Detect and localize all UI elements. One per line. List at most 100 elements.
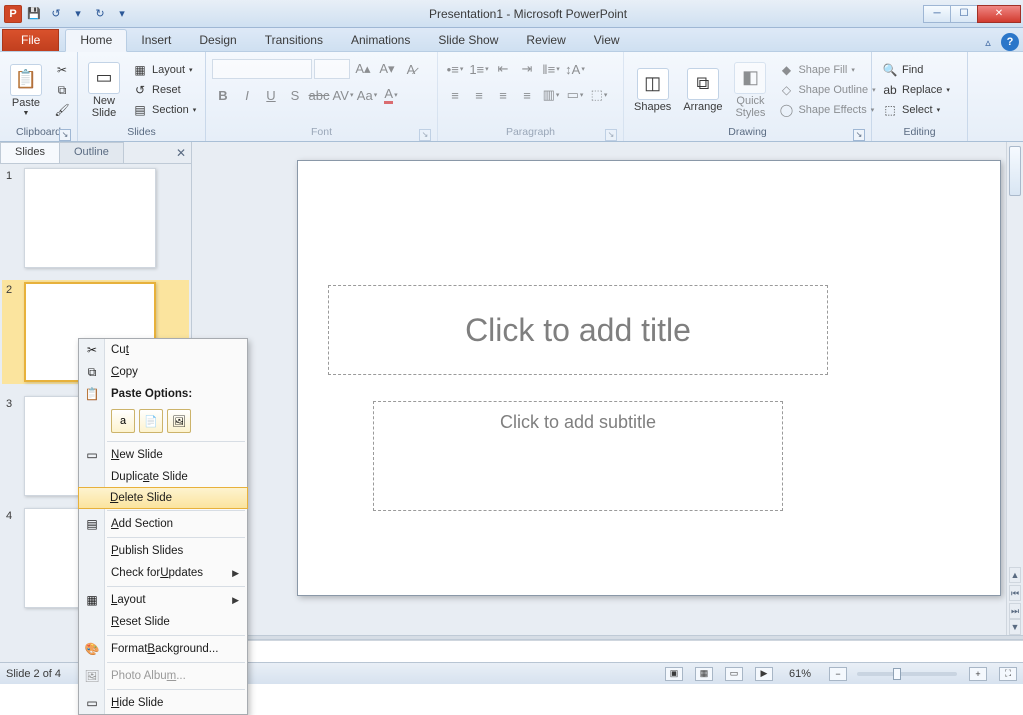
tab-design[interactable]: Design: [185, 30, 250, 51]
shapes-button[interactable]: ◫Shapes: [630, 66, 675, 115]
replace-button[interactable]: abReplace ▾: [878, 81, 954, 99]
tab-transitions[interactable]: Transitions: [251, 30, 337, 51]
line-spacing-icon[interactable]: ‖≡▾: [540, 58, 562, 80]
slide-canvas[interactable]: Click to add title Click to add subtitle…: [192, 142, 1023, 635]
ribbon-minimize-icon[interactable]: ▵: [979, 33, 997, 51]
underline-icon[interactable]: U: [260, 84, 282, 106]
maximize-button[interactable]: ☐: [950, 5, 978, 23]
notes-pane[interactable]: d notes: [192, 640, 1023, 662]
close-pane-icon[interactable]: ✕: [171, 142, 191, 163]
ctx-check-updates[interactable]: Check for Updates▶: [79, 562, 247, 584]
section-button[interactable]: ▤Section ▾: [128, 101, 200, 119]
shadow-icon[interactable]: S: [284, 84, 306, 106]
zoom-in-icon[interactable]: +: [969, 667, 987, 681]
outline-tab[interactable]: Outline: [59, 142, 124, 163]
next-slide-icon[interactable]: ⏭: [1009, 603, 1021, 619]
ctx-publish-slides[interactable]: Publish Slides: [79, 540, 247, 562]
zoom-slider[interactable]: [857, 672, 957, 676]
minimize-button[interactable]: ─: [923, 5, 951, 23]
quick-styles-button[interactable]: ◧Quick Styles: [730, 60, 770, 121]
find-button[interactable]: 🔍Find: [878, 61, 954, 79]
cut-button[interactable]: ✂: [50, 61, 74, 79]
subtitle-placeholder[interactable]: Click to add subtitle: [373, 401, 783, 511]
strike-icon[interactable]: abc: [308, 84, 330, 106]
view-sorter-icon[interactable]: ▦: [695, 667, 713, 681]
scrollbar-thumb[interactable]: [1009, 146, 1021, 196]
decrease-indent-icon[interactable]: ⇤: [492, 58, 514, 80]
paste-use-dest-icon[interactable]: 📄: [139, 409, 163, 433]
close-button[interactable]: ✕: [977, 5, 1021, 23]
qat-customize-icon[interactable]: ▾: [112, 4, 132, 24]
align-center-icon[interactable]: ≡: [468, 84, 490, 106]
tab-home[interactable]: Home: [65, 29, 127, 52]
select-button[interactable]: ⬚Select ▾: [878, 101, 954, 119]
ctx-duplicate-slide[interactable]: Duplicate Slide: [79, 466, 247, 488]
clear-formatting-icon[interactable]: A̷: [400, 58, 422, 80]
ctx-new-slide[interactable]: ▭New Slide: [79, 444, 247, 466]
copy-button[interactable]: ⧉: [50, 81, 74, 99]
paste-keep-source-icon[interactable]: a: [111, 409, 135, 433]
ctx-hide-slide[interactable]: ▭Hide Slide: [79, 692, 247, 714]
help-icon[interactable]: ?: [1001, 33, 1019, 51]
ctx-reset-slide[interactable]: Reset Slide: [79, 611, 247, 633]
tab-review[interactable]: Review: [512, 30, 579, 51]
numbering-icon[interactable]: 1≡▾: [468, 58, 490, 80]
qat-dropdown-icon[interactable]: ▾: [68, 4, 88, 24]
ctx-layout[interactable]: ▦Layout▶: [79, 589, 247, 611]
ctx-format-background[interactable]: 🎨Format Background...: [79, 638, 247, 660]
shape-fill-button[interactable]: ◆Shape Fill ▾: [774, 61, 879, 79]
paragraph-dialog-launcher[interactable]: ↘: [605, 129, 617, 141]
shape-outline-button[interactable]: ◇Shape Outline ▾: [774, 81, 879, 99]
align-text-icon[interactable]: ▭▾: [564, 84, 586, 106]
change-case-icon[interactable]: Aa▾: [356, 84, 378, 106]
thumbnail-1[interactable]: 1: [6, 168, 185, 268]
clipboard-dialog-launcher[interactable]: ↘: [59, 129, 71, 141]
ctx-copy[interactable]: ⧉Copy: [79, 361, 247, 383]
qat-undo-icon[interactable]: ↺: [46, 4, 66, 24]
vertical-scrollbar[interactable]: ▲ ⏮ ⏭ ▼: [1006, 142, 1023, 635]
shrink-font-icon[interactable]: A▾: [376, 58, 398, 80]
scroll-up-icon[interactable]: ▲: [1009, 567, 1021, 583]
tab-insert[interactable]: Insert: [127, 30, 185, 51]
view-reading-icon[interactable]: ▭: [725, 667, 743, 681]
layout-button[interactable]: ▦Layout ▾: [128, 61, 200, 79]
tab-slideshow[interactable]: Slide Show: [424, 30, 512, 51]
ctx-add-section[interactable]: ▤Add Section: [79, 513, 247, 535]
tab-animations[interactable]: Animations: [337, 30, 424, 51]
justify-icon[interactable]: ≡: [516, 84, 538, 106]
ctx-delete-slide[interactable]: Delete Slide: [78, 487, 248, 509]
tab-view[interactable]: View: [580, 30, 634, 51]
scroll-down-icon[interactable]: ▼: [1009, 619, 1021, 635]
align-left-icon[interactable]: ≡: [444, 84, 466, 106]
italic-icon[interactable]: I: [236, 84, 258, 106]
fit-to-window-icon[interactable]: ⛶: [999, 667, 1017, 681]
zoom-out-icon[interactable]: −: [829, 667, 847, 681]
font-size-input[interactable]: [314, 59, 350, 79]
arrange-button[interactable]: ⧉Arrange: [679, 66, 726, 115]
char-spacing-icon[interactable]: AV▾: [332, 84, 354, 106]
view-slideshow-icon[interactable]: ▶: [755, 667, 773, 681]
paste-picture-icon[interactable]: 🖼: [167, 409, 191, 433]
title-placeholder[interactable]: Click to add title: [328, 285, 828, 375]
file-tab[interactable]: File: [2, 29, 59, 51]
new-slide-button[interactable]: ▭ New Slide: [84, 60, 124, 121]
align-right-icon[interactable]: ≡: [492, 84, 514, 106]
paste-button[interactable]: 📋 Paste ▼: [6, 62, 46, 119]
qat-save-icon[interactable]: 💾: [24, 4, 44, 24]
font-dialog-launcher[interactable]: ↘: [419, 129, 431, 141]
reset-button[interactable]: ↺Reset: [128, 81, 200, 99]
ctx-cut[interactable]: ✂Cut: [79, 339, 247, 361]
bullets-icon[interactable]: •≡▾: [444, 58, 466, 80]
app-icon[interactable]: P: [4, 5, 22, 23]
text-direction-icon[interactable]: ↕A▾: [564, 58, 586, 80]
bold-icon[interactable]: B: [212, 84, 234, 106]
grow-font-icon[interactable]: A▴: [352, 58, 374, 80]
format-painter-button[interactable]: 🖌: [50, 101, 74, 119]
smartart-icon[interactable]: ⬚▾: [588, 84, 610, 106]
increase-indent-icon[interactable]: ⇥: [516, 58, 538, 80]
drawing-dialog-launcher[interactable]: ↘: [853, 129, 865, 141]
prev-slide-icon[interactable]: ⏮: [1009, 585, 1021, 601]
font-name-input[interactable]: [212, 59, 312, 79]
view-normal-icon[interactable]: ▣: [665, 667, 683, 681]
slides-tab[interactable]: Slides: [0, 142, 60, 163]
